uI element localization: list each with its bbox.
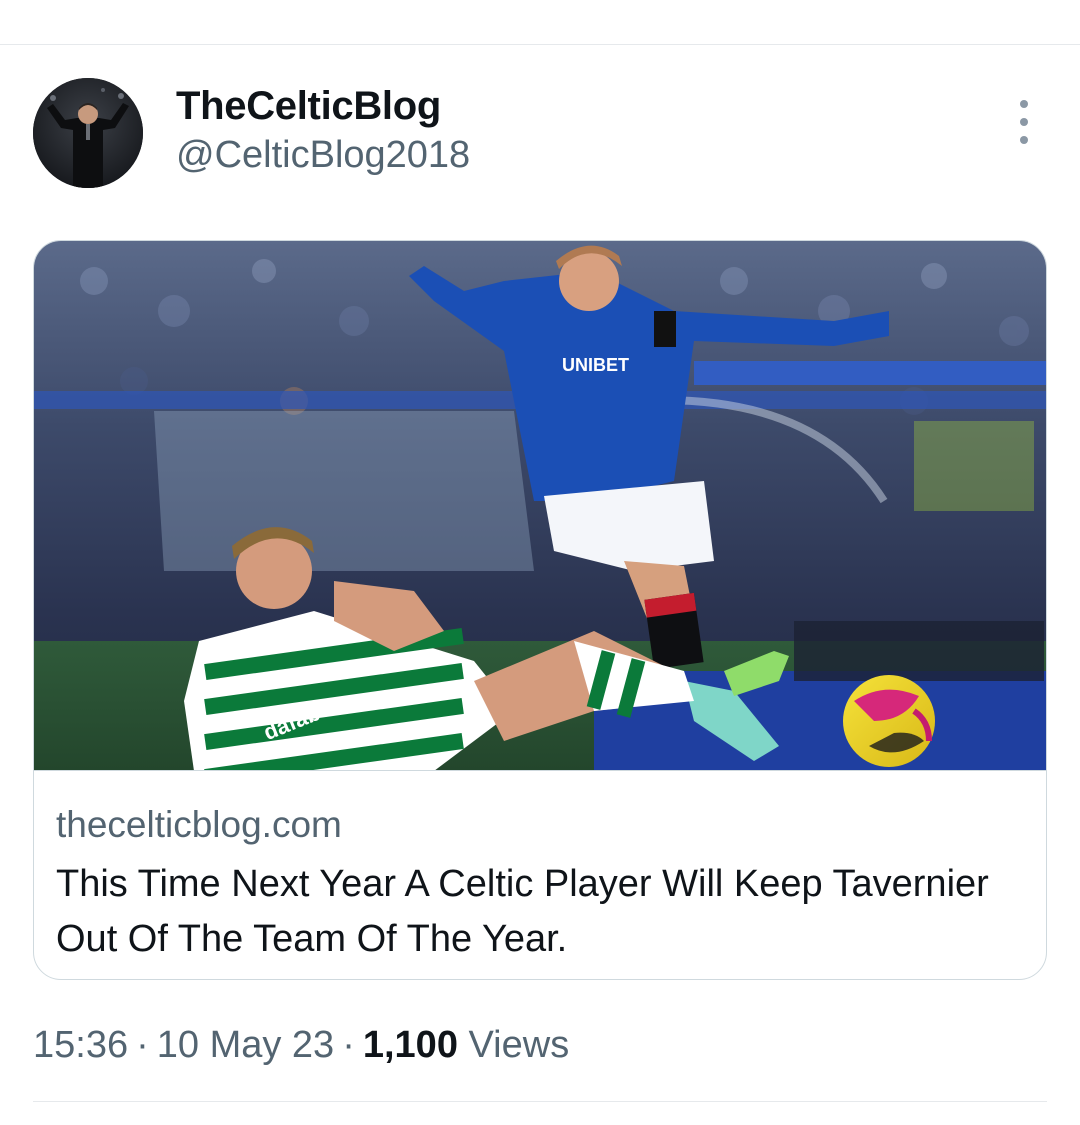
dot — [1020, 100, 1028, 108]
svg-text:UNIBET: UNIBET — [562, 355, 629, 375]
views-label: Views — [468, 1024, 570, 1066]
more-vertical-icon[interactable] — [1008, 100, 1040, 144]
separator: · — [136, 1024, 149, 1066]
avatar-image — [33, 78, 143, 188]
dot — [1020, 118, 1028, 126]
author-handle[interactable]: @CelticBlog2018 — [176, 132, 470, 178]
views-count[interactable]: 1,100 — [363, 1024, 458, 1066]
football-match-photo: UNIBET dafabet — [34, 241, 1046, 770]
separator: · — [342, 1024, 355, 1066]
bottom-divider — [33, 1101, 1047, 1102]
link-card-domain: thecelticblog.com — [56, 804, 342, 845]
football — [843, 675, 935, 767]
avatar[interactable] — [33, 78, 143, 188]
tweet-time[interactable]: 15:36 — [33, 1024, 128, 1066]
top-divider — [0, 44, 1080, 45]
link-card-image[interactable]: UNIBET dafabet — [34, 241, 1046, 771]
tweet-date[interactable]: 10 May 23 — [157, 1024, 334, 1066]
dot — [1020, 136, 1028, 144]
link-card[interactable]: UNIBET dafabet thecelticblog.com This Ti… — [33, 240, 1047, 980]
link-card-title: This Time Next Year A Celtic Player Will… — [56, 863, 989, 960]
tweet-meta: 15:36 · 10 May 23 · 1,100 Views — [33, 1022, 569, 1068]
author-display-name[interactable]: TheCelticBlog — [176, 82, 441, 130]
